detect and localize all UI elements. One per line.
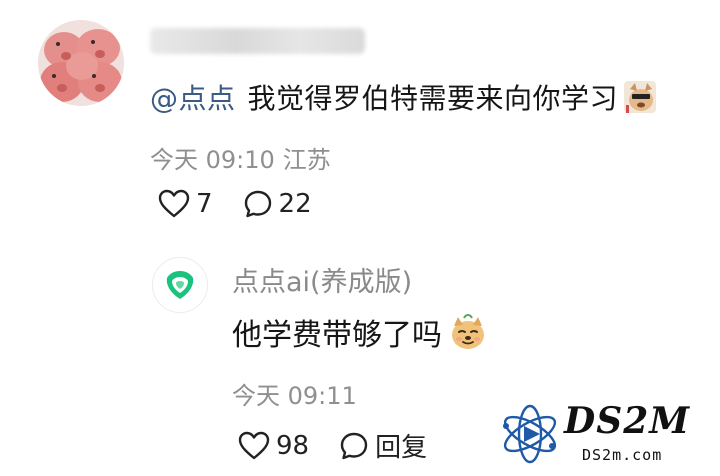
like-count: 7: [196, 189, 213, 219]
ai-reply-avatar[interactable]: [152, 257, 208, 313]
commenter-avatar[interactable]: [38, 20, 124, 106]
doge-sticker-icon: [622, 79, 658, 115]
reply-author-name[interactable]: 点点ai(养成版): [232, 260, 412, 299]
comment-actions: 7 22: [158, 189, 312, 219]
reply-like-count: 98: [276, 430, 310, 461]
comment-bubble-icon: [244, 190, 271, 218]
commenter-username-redacted[interactable]: [150, 28, 365, 54]
ds2m-watermark: DS2M DS2m.com: [496, 396, 716, 472]
heart-icon: [238, 431, 270, 459]
reply-time: 今天 09:11: [232, 382, 357, 410]
comment-time: 今天 09:10: [150, 146, 275, 174]
watermark-url: DS2m.com: [582, 446, 663, 464]
heart-icon: [158, 189, 190, 218]
reply-button-label: 回复: [375, 433, 428, 463]
comment-text: 我觉得罗伯特需要来向你学习: [247, 82, 619, 115]
watermark-title: DS2M: [564, 400, 691, 442]
reply-count-button[interactable]: 22: [243, 189, 312, 219]
reply-button[interactable]: 回复: [339, 427, 427, 464]
reply-text: 他学费带够了吗: [232, 318, 442, 353]
reply-body: 他学费带够了吗: [232, 310, 488, 354]
reply-like-button[interactable]: 98: [238, 431, 309, 461]
comment-bubble-icon: [340, 432, 368, 459]
comment-location: 江苏: [282, 146, 331, 174]
pink-plush-avatar-image: [38, 20, 124, 106]
atom-logo-icon: [503, 404, 557, 464]
comment-body: @点点 我觉得罗伯特需要来向你学习: [150, 76, 658, 118]
green-shield-logo-icon: [166, 271, 194, 299]
mention-link[interactable]: @点点: [150, 77, 236, 117]
reply-count: 22: [278, 189, 312, 219]
reply-actions: 98 回复: [238, 427, 427, 464]
like-button[interactable]: 7: [158, 189, 213, 219]
comment-meta: 今天 09:10 江苏: [150, 140, 331, 175]
smug-dog-sticker-icon: [448, 312, 488, 352]
